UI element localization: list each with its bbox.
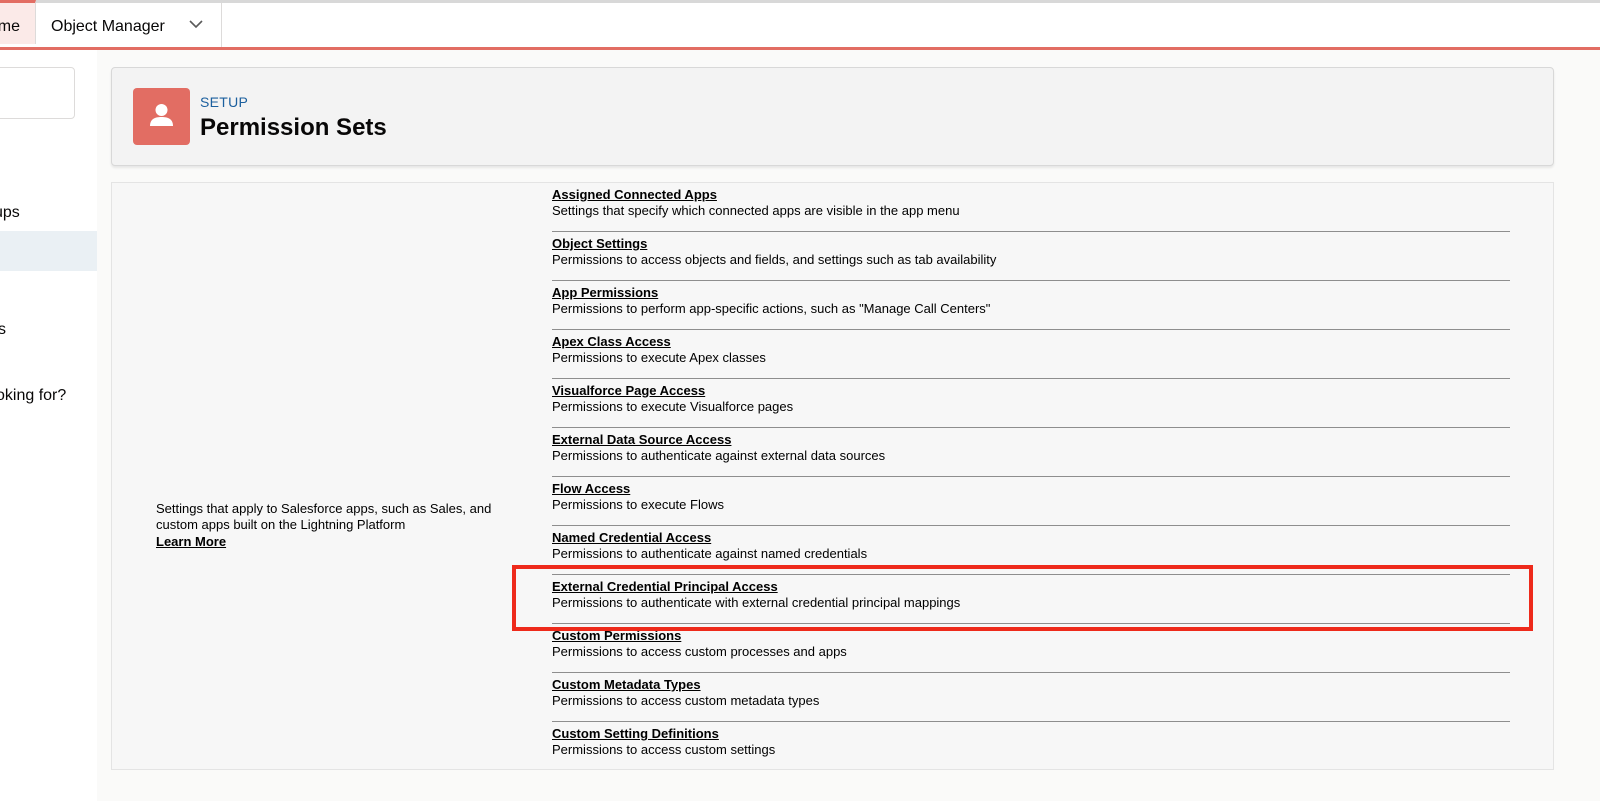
permission-link[interactable]: Visualforce Page Access xyxy=(552,383,705,398)
permission-description: Permissions to execute Visualforce pages xyxy=(552,399,794,414)
sidebar-item-groups[interactable]: ups xyxy=(0,204,20,222)
quick-find-input[interactable] xyxy=(0,67,75,119)
permission-description: Permissions to perform app-specific acti… xyxy=(552,301,991,316)
tab-object-manager-label: Object Manager xyxy=(51,18,165,35)
user-icon xyxy=(150,104,173,126)
permission-description: Settings that specify which connected ap… xyxy=(552,203,960,218)
tab-object-manager[interactable]: Object Manager xyxy=(36,3,222,47)
list-item: App Permissions Permissions to perform a… xyxy=(552,281,1510,330)
permission-link[interactable]: App Permissions xyxy=(552,285,658,300)
chevron-down-icon[interactable] xyxy=(188,17,204,31)
permission-link[interactable]: Object Settings xyxy=(552,236,647,251)
permission-link[interactable]: Named Credential Access xyxy=(552,530,711,545)
list-item: Custom Metadata Types Permissions to acc… xyxy=(552,673,1510,722)
permission-link[interactable]: Flow Access xyxy=(552,481,630,496)
tab-home[interactable]: Home xyxy=(0,0,36,44)
tab-home-label: Home xyxy=(0,18,20,35)
sidebar-selected-item[interactable] xyxy=(0,231,97,271)
list-item: Custom Permissions Permissions to access… xyxy=(552,624,1510,673)
learn-more-link[interactable]: Learn More xyxy=(156,534,226,550)
page-eyebrow: SETUP xyxy=(200,94,249,110)
permission-description: Permissions to authenticate with externa… xyxy=(552,595,961,610)
permission-link[interactable]: External Credential Principal Access xyxy=(552,579,778,594)
list-item: Object Settings Permissions to access ob… xyxy=(552,232,1510,281)
main-content: SETUP Permission Sets Settings that appl… xyxy=(97,50,1600,801)
permission-set-overview: Settings that apply to Salesforce apps, … xyxy=(111,182,1554,770)
permission-link[interactable]: Assigned Connected Apps xyxy=(552,187,717,202)
list-item: Custom Setting Definitions Permissions t… xyxy=(552,722,1510,769)
header-icon-tile xyxy=(133,88,190,145)
top-navigation: Home Object Manager xyxy=(0,0,1600,50)
permission-description: Permissions to access custom processes a… xyxy=(552,644,847,659)
page-title: Permission Sets xyxy=(200,114,387,141)
list-item: External Credential Principal Access Per… xyxy=(552,575,1510,624)
sidebar-help-prompt[interactable]: oking for? xyxy=(0,387,66,405)
permission-link[interactable]: Custom Metadata Types xyxy=(552,677,701,692)
setup-sidebar: ups s oking for? xyxy=(0,50,97,801)
list-item: Apex Class Access Permissions to execute… xyxy=(552,330,1510,379)
permission-description: Permissions to authenticate against name… xyxy=(552,546,868,561)
page-header: SETUP Permission Sets xyxy=(111,67,1554,166)
list-item: Named Credential Access Permissions to a… xyxy=(552,526,1510,575)
permission-description: Permissions to execute Apex classes xyxy=(552,350,766,365)
permission-link[interactable]: External Data Source Access xyxy=(552,432,731,447)
list-item: Assigned Connected Apps Settings that sp… xyxy=(552,183,1510,232)
sidebar-item-sets[interactable]: s xyxy=(0,321,6,339)
permission-link[interactable]: Custom Permissions xyxy=(552,628,681,643)
section-description-text: Settings that apply to Salesforce apps, … xyxy=(156,501,492,532)
permission-description: Permissions to access custom settings xyxy=(552,742,776,757)
permission-link[interactable]: Apex Class Access xyxy=(552,334,671,349)
permission-link[interactable]: Custom Setting Definitions xyxy=(552,726,719,741)
list-item: Flow Access Permissions to execute Flows xyxy=(552,477,1510,526)
permission-description: Permissions to execute Flows xyxy=(552,497,724,512)
list-item: Visualforce Page Access Permissions to e… xyxy=(552,379,1510,428)
section-description: Settings that apply to Salesforce apps, … xyxy=(156,501,536,550)
list-item: External Data Source Access Permissions … xyxy=(552,428,1510,477)
permission-description: Permissions to access objects and fields… xyxy=(552,252,997,267)
permission-description: Permissions to access custom metadata ty… xyxy=(552,693,820,708)
permission-description: Permissions to authenticate against exte… xyxy=(552,448,886,463)
